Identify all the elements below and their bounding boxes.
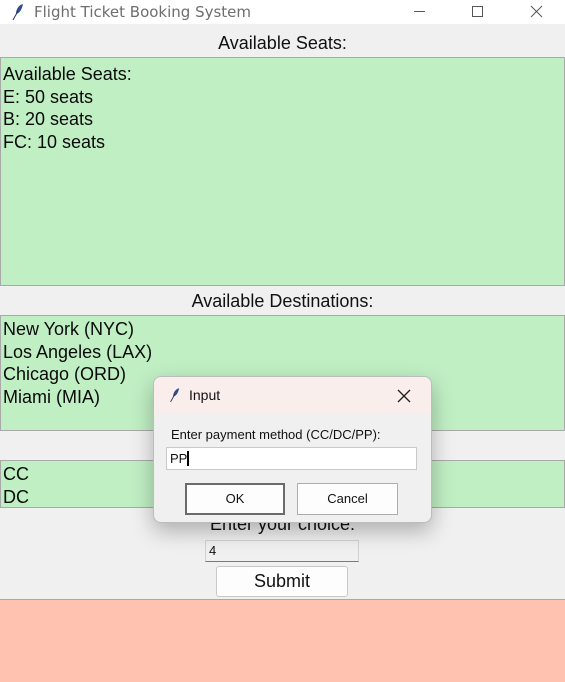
maximize-icon[interactable] — [454, 0, 500, 24]
window-title: Flight Ticket Booking System — [34, 3, 252, 21]
close-icon[interactable] — [512, 0, 558, 24]
dialog-close-icon[interactable] — [394, 386, 414, 406]
destination-line: Los Angeles (LAX) — [3, 341, 153, 362]
seats-line: FC: 10 seats — [3, 131, 106, 152]
payment-method-value: PP — [170, 451, 188, 466]
window-titlebar: Flight Ticket Booking System — [0, 0, 565, 24]
submit-button[interactable]: Submit — [216, 566, 348, 597]
ok-button[interactable]: OK — [185, 483, 285, 515]
payment-input-dialog: Input Enter payment method (CC/DC/PP): P… — [153, 376, 432, 523]
seats-text-area[interactable]: Available Seats: E: 50 seats B: 20 seats… — [0, 57, 565, 286]
dialog-title: Input — [189, 387, 221, 403]
payment-method-input[interactable]: PP — [166, 447, 417, 470]
seats-heading: Available Seats: — [218, 33, 347, 53]
seats-line: Available Seats: — [3, 64, 132, 84]
output-text-area[interactable] — [0, 599, 565, 682]
destinations-heading: Available Destinations: — [191, 291, 374, 311]
seats-line: B: 20 seats — [3, 109, 94, 129]
text-caret — [187, 451, 190, 466]
seats-line: E: 50 seats — [3, 86, 94, 107]
choice-input[interactable]: 4 — [205, 540, 359, 562]
dialog-titlebar: Input — [154, 377, 431, 414]
minimize-icon[interactable] — [396, 0, 442, 24]
cancel-button[interactable]: Cancel — [297, 483, 398, 515]
feather-icon — [12, 4, 23, 21]
feather-icon — [170, 388, 180, 403]
destination-line: New York (NYC) — [3, 319, 135, 339]
dialog-prompt: Enter payment method (CC/DC/PP): — [171, 427, 381, 442]
